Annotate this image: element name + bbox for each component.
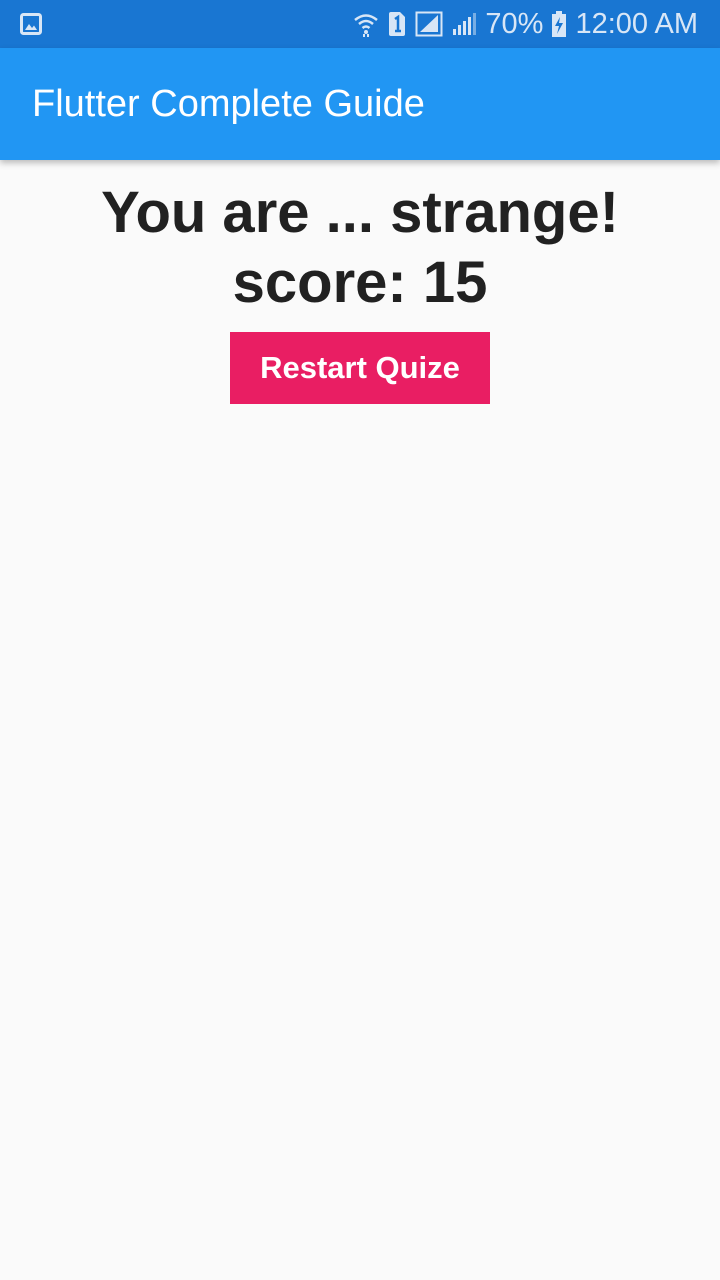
wifi-icon bbox=[353, 11, 379, 37]
result-message: You are ... strange! bbox=[101, 180, 619, 245]
signal-icon bbox=[415, 11, 443, 37]
clock-text: 12:00 AM bbox=[575, 7, 698, 40]
result-content: You are ... strange! score: 15 Restart Q… bbox=[0, 160, 720, 404]
sim-1-icon bbox=[387, 11, 407, 37]
app-bar: Flutter Complete Guide bbox=[0, 48, 720, 160]
status-icons: 70% 12:00 AM bbox=[353, 0, 698, 48]
status-bar: 70% 12:00 AM bbox=[0, 0, 720, 48]
gallery-icon bbox=[20, 12, 42, 36]
score-text: score: 15 bbox=[232, 250, 488, 315]
app-title: Flutter Complete Guide bbox=[32, 82, 425, 125]
battery-text: 70% bbox=[485, 7, 544, 40]
signal-icon bbox=[451, 11, 477, 37]
restart-quiz-button[interactable]: Restart Quize bbox=[230, 332, 490, 404]
battery-charging-icon bbox=[551, 10, 567, 38]
